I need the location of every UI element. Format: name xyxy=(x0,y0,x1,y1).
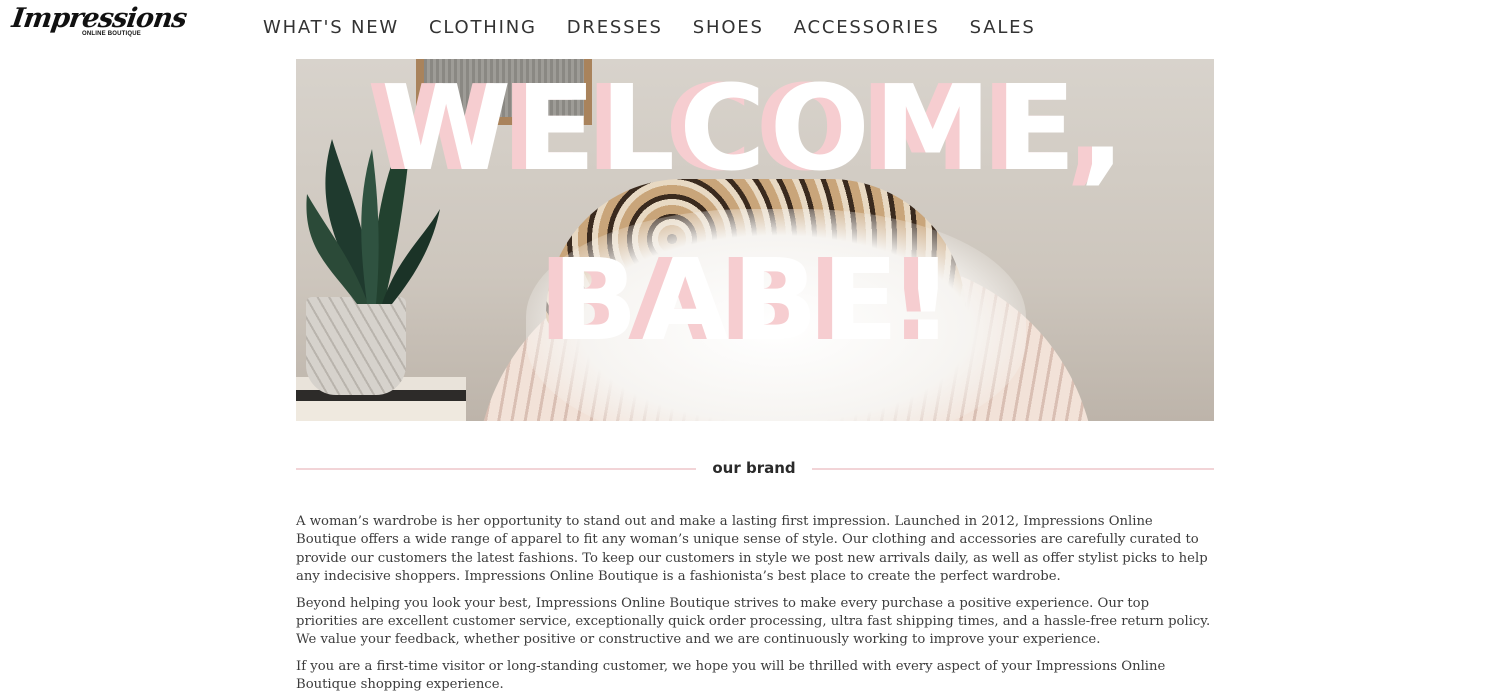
paragraph: A woman’s wardrobe is her opportunity to… xyxy=(296,514,1208,585)
nav-item-sales: SALES xyxy=(970,16,1036,40)
paragraph: Beyond helping you look your best, Impre… xyxy=(296,595,1211,648)
logo-wordmark: Impressions xyxy=(9,3,189,34)
heading-divider-right xyxy=(812,468,1214,470)
hero-title-line2: BABE! xyxy=(552,236,958,366)
paragraph: If you are a first-time visitor or long-… xyxy=(296,658,1166,693)
main-navigation: WHAT'S NEW CLOTHING DRESSES SHOES ACCESS… xyxy=(263,16,1036,40)
nav-item-dresses: DRESSES xyxy=(567,16,663,40)
site-logo[interactable]: Impressions ONLINE BOUTIQUE xyxy=(10,3,188,44)
nav-link-clothing[interactable]: CLOTHING xyxy=(429,17,537,38)
nav-item-clothing: CLOTHING xyxy=(429,16,537,40)
nav-link-shoes[interactable]: SHOES xyxy=(693,17,764,38)
nav-link-whats-new[interactable]: WHAT'S NEW xyxy=(263,17,399,38)
heading-divider-left xyxy=(296,468,696,470)
nav-link-accessories[interactable]: ACCESSORIES xyxy=(794,17,940,38)
nav-link-dresses[interactable]: DRESSES xyxy=(567,17,663,38)
hero-banner[interactable]: WELCOME, BABE! xyxy=(296,59,1214,421)
nav-item-accessories: ACCESSORIES xyxy=(794,16,940,40)
brand-description: A woman’s wardrobe is her opportunity to… xyxy=(296,513,1214,700)
hero-title-line1: WELCOME, xyxy=(381,59,1129,197)
our-brand-heading: our brand xyxy=(296,456,1214,480)
section-title: our brand xyxy=(712,459,796,477)
nav-item-shoes: SHOES xyxy=(693,16,764,40)
nav-link-sales[interactable]: SALES xyxy=(970,17,1036,38)
nav-item-whats-new: WHAT'S NEW xyxy=(263,16,399,40)
logo-subtext: ONLINE BOUTIQUE xyxy=(82,31,142,37)
